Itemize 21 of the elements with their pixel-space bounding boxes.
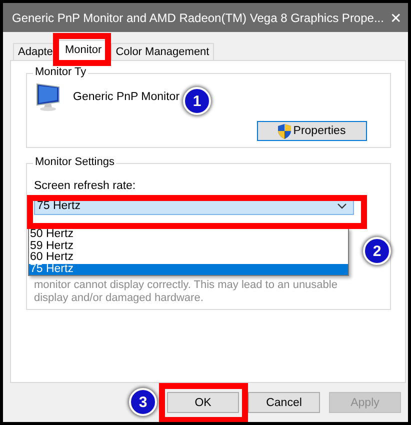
window-title: Generic PnP Monitor and AMD Radeon(TM) Vega 8 Graphics Prope...: [12, 10, 384, 24]
dialog-button[interactable]: Cancel: [248, 392, 320, 413]
warning-text: monitor cannot display correctly. This may lead to an unusable: [34, 279, 338, 292]
step-badge: 3: [129, 388, 157, 416]
caret-icon: [337, 202, 347, 208]
warning-text: display and/or damaged hardware.: [34, 292, 204, 305]
highlight-frame: [53, 33, 111, 66]
field-label: Screen refresh rate:: [34, 180, 137, 192]
close-button[interactable]: ✕: [390, 10, 402, 26]
dialog-button[interactable]: OK: [167, 392, 239, 413]
dropdown-option[interactable]: 59 Hertz: [29, 240, 348, 252]
properties-button[interactable]: Properties: [257, 121, 367, 141]
tab[interactable]: Adapte: [13, 43, 56, 60]
dropdown-option[interactable]: 75 Hertz: [29, 264, 348, 275]
shield-icon: [278, 124, 292, 138]
tab[interactable]: Color Management: [110, 43, 214, 60]
dropdown-option[interactable]: 50 Hertz: [29, 229, 348, 240]
monitor-name: Generic PnP Monitor: [73, 91, 180, 103]
group-label: Monitor Settings: [33, 156, 116, 168]
group-label: Monitor Ty: [33, 66, 88, 78]
dropdown-option[interactable]: 60 Hertz: [29, 252, 348, 264]
